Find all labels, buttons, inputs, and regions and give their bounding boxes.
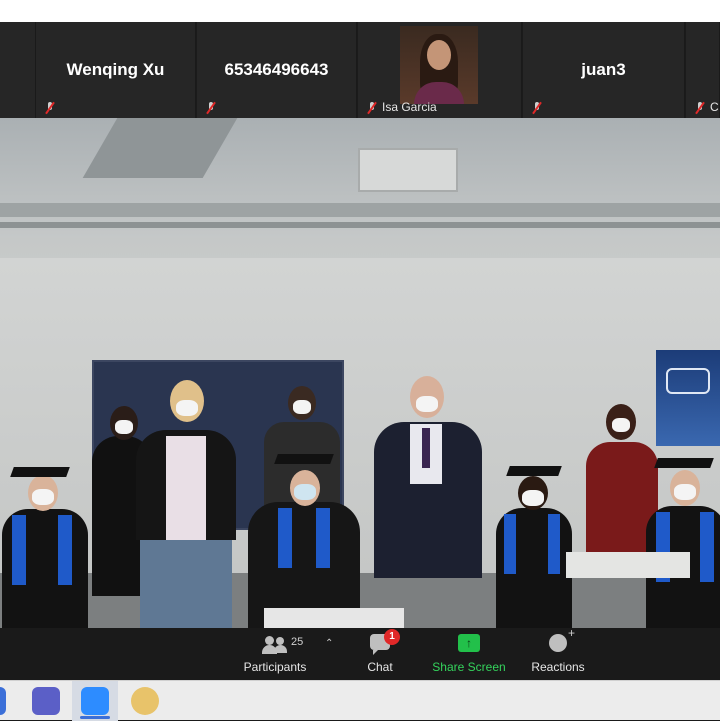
- mic-muted-icon: [205, 101, 217, 114]
- teams-icon[interactable]: [32, 687, 60, 715]
- window-top-edge: [0, 0, 720, 22]
- reactions-label: Reactions: [531, 660, 585, 674]
- chat-button[interactable]: Chat: [350, 628, 410, 680]
- participants-label: Participants: [243, 660, 307, 674]
- participant-footer: [205, 101, 217, 114]
- mic-muted-icon: [366, 101, 378, 114]
- mic-muted-icon: [694, 101, 706, 114]
- chat-label: Chat: [367, 660, 393, 674]
- share-screen-button[interactable]: ↑ Share Screen: [426, 628, 512, 680]
- share-screen-label: Share Screen: [432, 660, 506, 674]
- ceiling-vent: [358, 148, 458, 192]
- participant-tile[interactable]: 65346496643: [197, 22, 357, 118]
- participant-name: 65346496643: [224, 60, 329, 79]
- participants-count: 25: [291, 636, 304, 648]
- participant-footer: [44, 101, 56, 114]
- participant-label: Isa Garcia: [382, 100, 437, 114]
- mic-muted-icon: [44, 101, 56, 114]
- participant-name: juan3: [581, 60, 626, 79]
- active-indicator: [80, 716, 110, 719]
- meeting-toolbar: Participants 25 ⌃ Chat 1 ↑ Share Screen …: [0, 626, 720, 680]
- chat-unread-badge: 1: [384, 629, 400, 645]
- desk: [264, 608, 404, 628]
- app-icon[interactable]: [0, 687, 6, 715]
- reactions-button[interactable]: Reactions: [524, 626, 592, 680]
- participant-tile-video[interactable]: Isa Garcia: [358, 22, 522, 118]
- participant-tile[interactable]: [0, 22, 36, 118]
- participants-icon: [262, 634, 288, 654]
- participant-tile[interactable]: Cl: [686, 22, 720, 118]
- participant-tile[interactable]: Wenqing Xu: [36, 22, 196, 118]
- paint-icon[interactable]: [131, 687, 159, 715]
- active-speaker-video: [0, 118, 720, 628]
- wall-poster: [656, 350, 720, 446]
- participant-footer: Isa Garcia: [366, 100, 437, 114]
- participant-name: Wenqing Xu: [66, 60, 165, 79]
- participant-label: Cl: [710, 100, 719, 114]
- participant-tile[interactable]: juan3: [523, 22, 685, 118]
- chevron-up-icon[interactable]: ⌃: [325, 638, 333, 649]
- participant-footer: Cl: [694, 100, 719, 114]
- zoom-icon[interactable]: [81, 687, 109, 715]
- share-screen-icon: ↑: [458, 634, 480, 652]
- desk: [566, 552, 690, 578]
- participant-footer: [531, 101, 543, 114]
- os-taskbar: [0, 680, 720, 721]
- mic-muted-icon: [531, 101, 543, 114]
- reactions-icon: [549, 626, 575, 652]
- participant-video: [400, 26, 478, 104]
